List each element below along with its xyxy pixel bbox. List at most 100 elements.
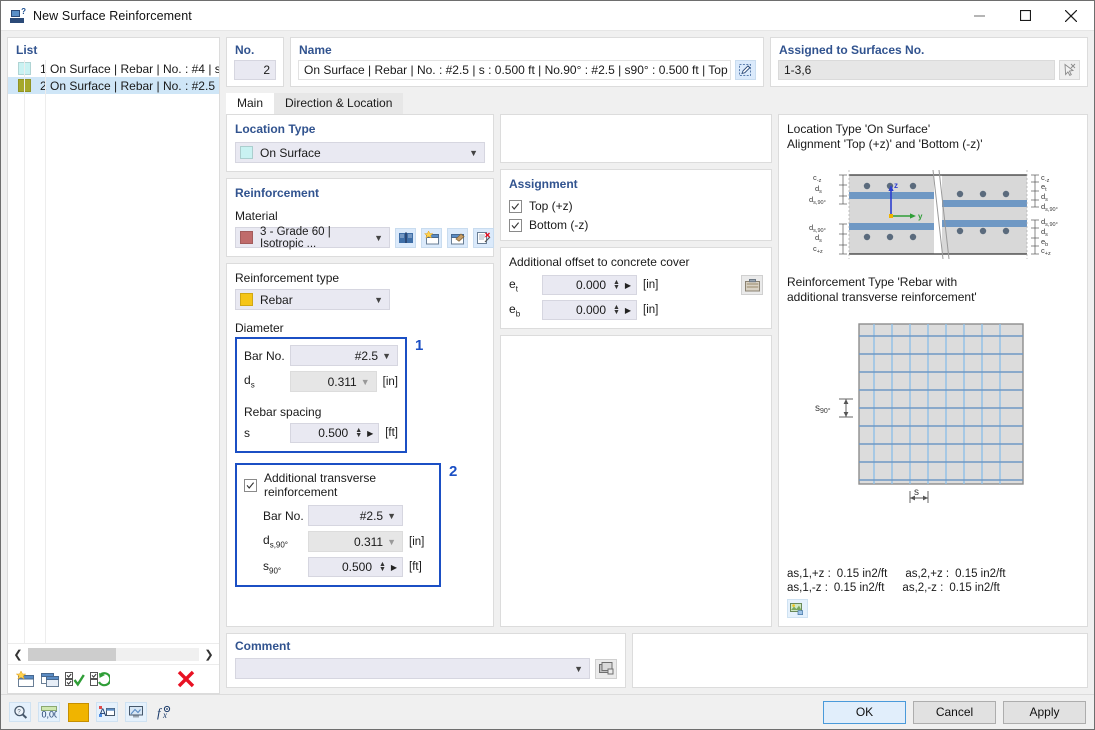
spinner-play-icon[interactable]: ▶	[388, 563, 400, 572]
spinner-arrows-icon[interactable]: ▲ ▼	[353, 427, 364, 439]
new-material-icon[interactable]	[421, 227, 442, 248]
bottom-checkbox[interactable]	[509, 218, 522, 232]
ds90-combo[interactable]: 0.311 ▼	[308, 531, 403, 552]
copy-icon[interactable]	[40, 670, 60, 689]
close-icon[interactable]	[1048, 1, 1094, 30]
preview-caption-2: Reinforcement Type 'Rebar with additiona…	[787, 275, 977, 304]
result-label-1: as,1,+z :	[787, 568, 831, 580]
concrete-cover-icon[interactable]	[741, 275, 763, 295]
delete-material-icon[interactable]	[473, 227, 494, 248]
delete-icon[interactable]	[176, 670, 196, 689]
offset-group: Additional offset to concrete cover et 0…	[500, 247, 772, 329]
name-card: Name On Surface | Rebar | No. : #2.5 | s…	[290, 37, 764, 87]
comment-library-icon[interactable]	[595, 658, 617, 679]
no-label: No.	[235, 43, 255, 57]
name-input[interactable]: On Surface | Rebar | No. : #2.5 | s : 0.…	[298, 60, 731, 80]
material-value: 3 - Grade 60 | Isotropic ...	[260, 225, 331, 250]
ds-combo[interactable]: 0.311 ▼	[290, 371, 377, 392]
ok-button[interactable]: OK	[823, 700, 906, 724]
render-settings-icon[interactable]	[787, 599, 808, 618]
color-icon[interactable]	[67, 702, 89, 722]
name-label: Name	[299, 43, 332, 57]
tab-direction-location[interactable]: Direction & Location	[274, 93, 404, 114]
label-icon[interactable]: A	[96, 702, 118, 722]
scroll-thumb[interactable]	[28, 647, 116, 661]
apply-button[interactable]: Apply	[1003, 700, 1086, 724]
transverse-bar-no-label: Bar No.	[263, 508, 304, 523]
check-all-icon[interactable]	[65, 670, 85, 689]
comment-spacer-pane	[632, 633, 1088, 688]
et-spinner[interactable]: 0.000 ▲ ▼ ▶	[542, 275, 637, 295]
s-spinner[interactable]: 0.500 ▲ ▼ ▶	[290, 423, 380, 443]
spinner-arrows-icon[interactable]: ▲ ▼	[611, 304, 622, 316]
spinner-play-icon[interactable]: ▶	[364, 429, 376, 438]
list-panel: List 1 On Surface | Rebar | No. : #4 | s…	[1, 31, 220, 694]
tab-bar: Main Direction & Location	[226, 92, 1088, 114]
results-block: as,1,+z :0.15 in2/ft as,2,+z :0.15 in2/f…	[787, 568, 1079, 618]
empty-pane	[500, 335, 772, 627]
dialog-body: List 1 On Surface | Rebar | No. : #4 | s…	[1, 31, 1094, 694]
list-card: List 1 On Surface | Rebar | No. : #4 | s…	[7, 37, 220, 694]
chevron-down-icon: ▼	[374, 232, 383, 243]
maximize-icon[interactable]	[1002, 1, 1048, 30]
preview-pane: Location Type 'On Surface' Alignment 'To…	[778, 114, 1088, 627]
top-checkbox[interactable]	[509, 199, 522, 213]
minimize-icon[interactable]	[956, 1, 1002, 30]
chevron-down-icon: ▼	[387, 510, 396, 521]
new-icon[interactable]	[15, 670, 35, 689]
reinforcement-material-group: Reinforcement Material 3 - Grade 60 | Is…	[226, 178, 494, 257]
edit-name-icon[interactable]	[735, 60, 756, 80]
material-swatch	[240, 231, 253, 244]
comment-group: Comment ▼	[226, 633, 626, 688]
s-value: 0.500	[318, 426, 349, 440]
column-preview: Location Type 'On Surface' Alignment 'To…	[778, 114, 1088, 627]
result-value-3: 0.15 in2/ft	[833, 582, 885, 594]
find-icon[interactable]: ?	[9, 702, 31, 722]
edit-material-icon[interactable]	[447, 227, 468, 248]
transverse-checkbox[interactable]	[244, 478, 257, 492]
location-type-combo[interactable]: On Surface ▼	[235, 142, 485, 163]
transverse-bar-no-combo[interactable]: #2.5 ▼	[308, 505, 403, 526]
pick-surfaces-icon[interactable]	[1059, 60, 1080, 80]
ds90-label: ds,90°	[263, 533, 289, 550]
spinner-play-icon[interactable]: ▶	[622, 281, 634, 290]
list-item[interactable]: 1 On Surface | Rebar | No. : #4 | s : 0.…	[8, 60, 219, 77]
assigned-input[interactable]: 1-3,6	[778, 60, 1055, 80]
assignment-group: Assignment Top (+z) Bottom (-z)	[500, 169, 772, 241]
decimal-places-icon[interactable]: 0,00	[38, 702, 60, 722]
callout-2: 2	[449, 463, 458, 480]
list-body[interactable]: 1 On Surface | Rebar | No. : #4 | s : 0.…	[8, 60, 219, 643]
list-horizontal-scrollbar[interactable]: ❮ ❯	[8, 643, 219, 664]
reinforcement-type-combo[interactable]: Rebar ▼	[235, 289, 390, 310]
callout-1: 1	[415, 337, 424, 354]
spinner-arrows-icon[interactable]: ▲ ▼	[377, 561, 388, 573]
eb-spinner[interactable]: 0.000 ▲ ▼ ▶	[542, 300, 637, 320]
formula-icon[interactable]: fx	[154, 702, 176, 722]
et-unit: [in]	[643, 279, 659, 291]
comment-input[interactable]: ▼	[235, 658, 590, 679]
result-label-3: as,1,-z :	[787, 582, 828, 594]
material-combo[interactable]: 3 - Grade 60 | Isotropic ... ▼	[235, 225, 390, 250]
cancel-button[interactable]: Cancel	[913, 700, 996, 724]
ds-value: 0.311	[327, 374, 357, 389]
tab-main[interactable]: Main	[226, 93, 275, 114]
transverse-reinforcement-box: Additional transverse reinforcement Bar …	[235, 463, 441, 587]
library-icon[interactable]	[395, 227, 416, 248]
column-left: Location Type On Surface ▼ Reinforcement…	[226, 114, 494, 627]
no-value[interactable]: 2	[234, 60, 276, 80]
toggle-icon[interactable]	[90, 670, 110, 689]
scroll-right-icon[interactable]: ❯	[199, 645, 219, 663]
assigned-card: Assigned to Surfaces No. 1-3,6	[770, 37, 1088, 87]
spinner-play-icon[interactable]: ▶	[622, 306, 634, 315]
spinner-arrows-icon[interactable]: ▲ ▼	[611, 279, 622, 291]
scroll-track[interactable]	[28, 647, 199, 661]
list-item[interactable]: 2 On Surface | Rebar | No. : #2.5 | s : …	[8, 77, 219, 94]
ds-label: ds	[244, 373, 255, 390]
eb-unit: [in]	[643, 304, 659, 316]
s90-spinner[interactable]: 0.500 ▲ ▼ ▶	[308, 557, 403, 577]
location-type-group: Location Type On Surface ▼	[226, 114, 494, 172]
view-icon[interactable]	[125, 702, 147, 722]
scroll-left-icon[interactable]: ❮	[8, 645, 28, 663]
ds90-unit: [in]	[409, 535, 425, 548]
bar-no-combo[interactable]: #2.5 ▼	[290, 345, 398, 366]
